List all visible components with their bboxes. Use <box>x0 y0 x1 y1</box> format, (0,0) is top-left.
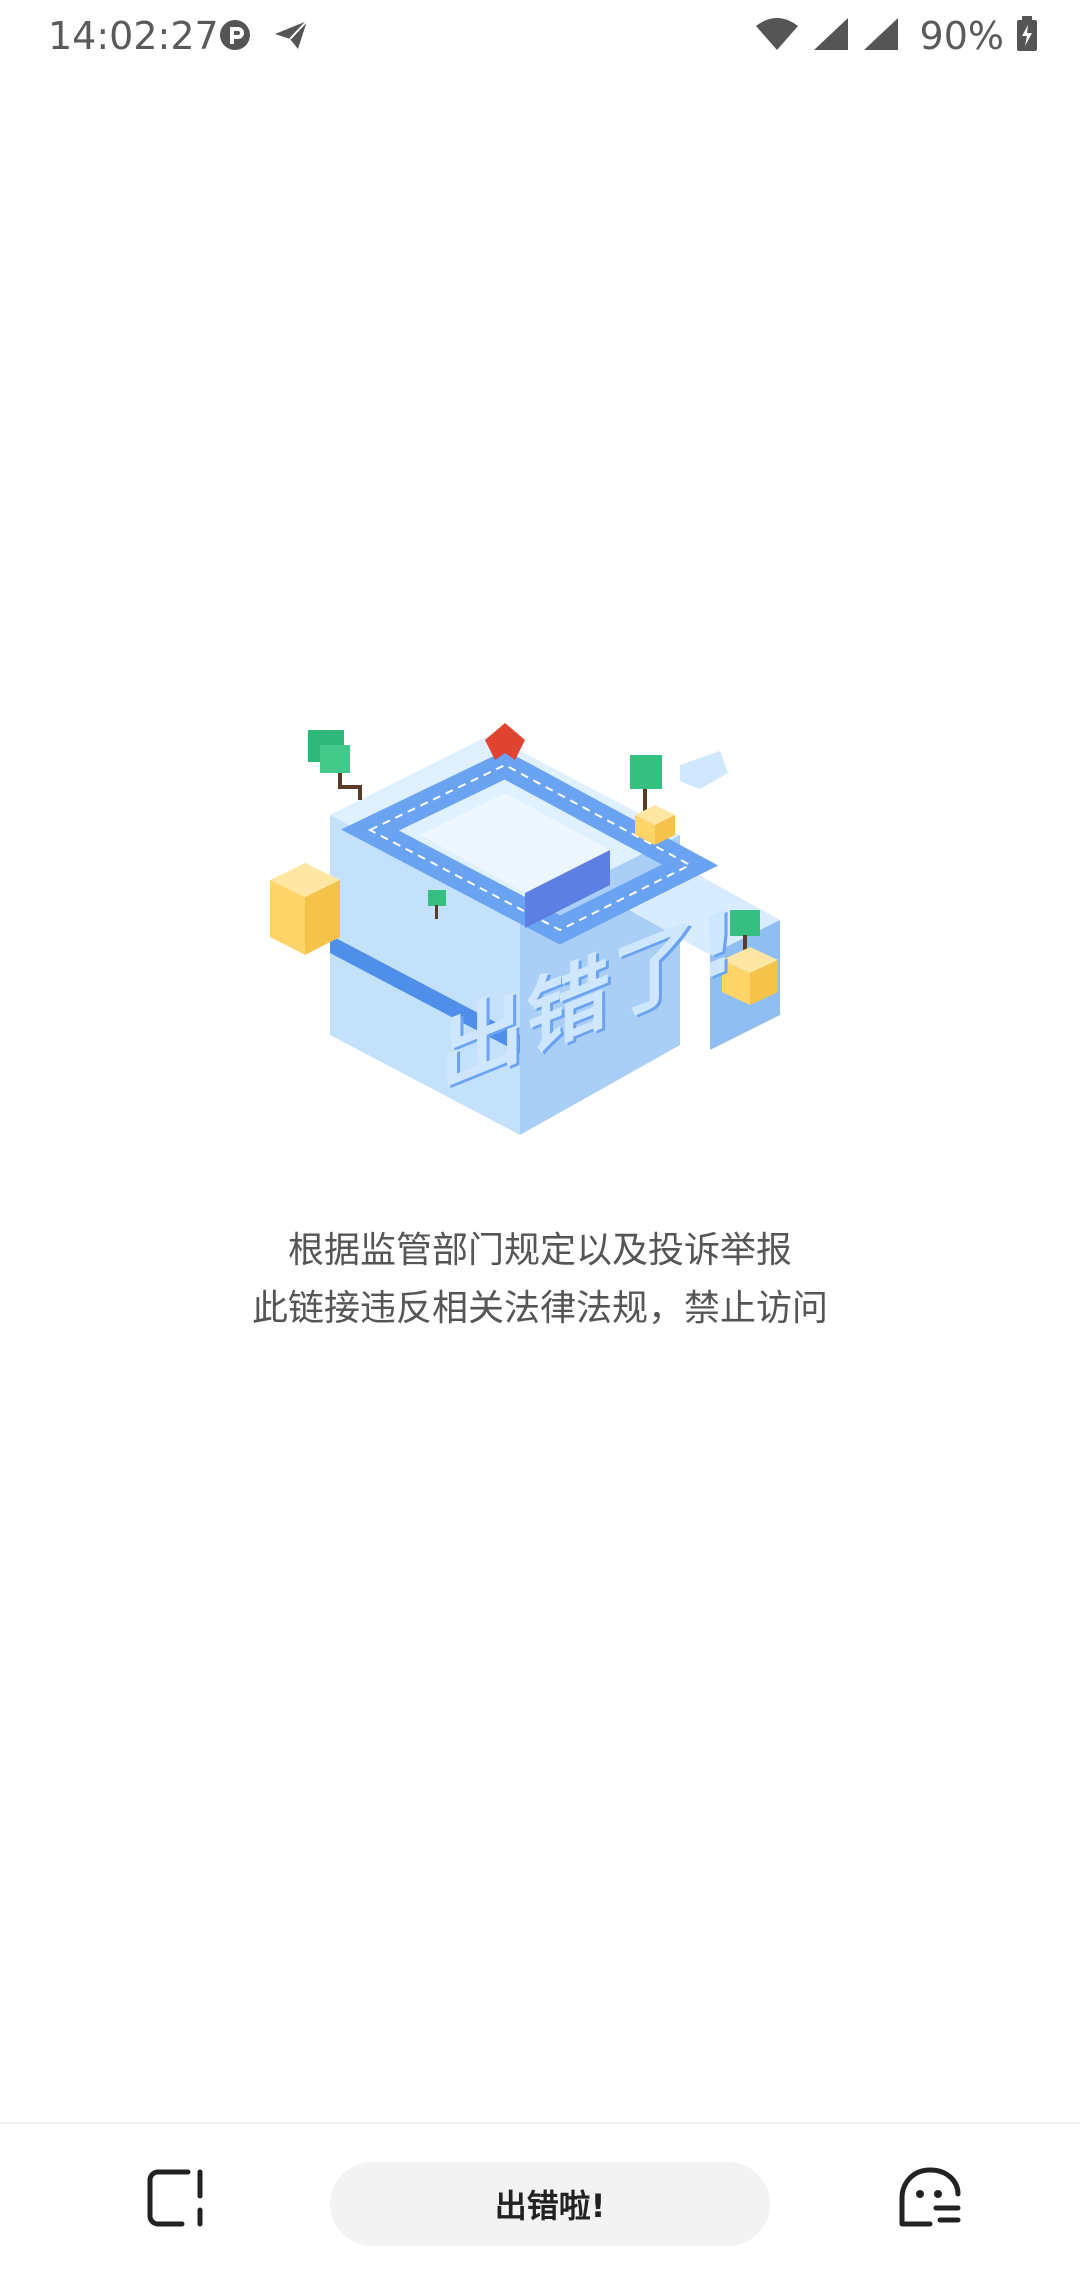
signal-icon <box>862 16 900 56</box>
p-app-icon <box>218 18 252 56</box>
status-right-icons: 90% <box>754 14 1038 58</box>
battery-charging-icon <box>1016 16 1038 56</box>
status-bar: 14:02:27 90% <box>0 0 1080 80</box>
signal-icon <box>812 16 850 56</box>
bottom-bar: 出错啦! <box>0 2122 1080 2282</box>
message-line-1: 根据监管部门规定以及投诉举报 <box>287 1230 792 1271</box>
page-title-pill: 出错啦! <box>330 2162 770 2246</box>
square-frame-icon[interactable] <box>144 2166 208 2230</box>
smile-face-icon[interactable] <box>896 2164 964 2232</box>
status-left-icons <box>218 18 310 56</box>
send-icon <box>272 18 310 56</box>
battery-percent: 90% <box>919 14 1004 58</box>
page-title: 出错啦! <box>494 2187 606 2225</box>
error-illustration: 出错了! <box>260 715 800 1155</box>
status-time: 14:02:27 <box>48 14 219 58</box>
wifi-icon <box>754 16 800 56</box>
error-message: 根据监管部门规定以及投诉举报 此链接违反相关法律法规，禁止访问 <box>0 1222 1080 1338</box>
message-line-2: 此链接违反相关法律法规，禁止访问 <box>251 1288 828 1329</box>
